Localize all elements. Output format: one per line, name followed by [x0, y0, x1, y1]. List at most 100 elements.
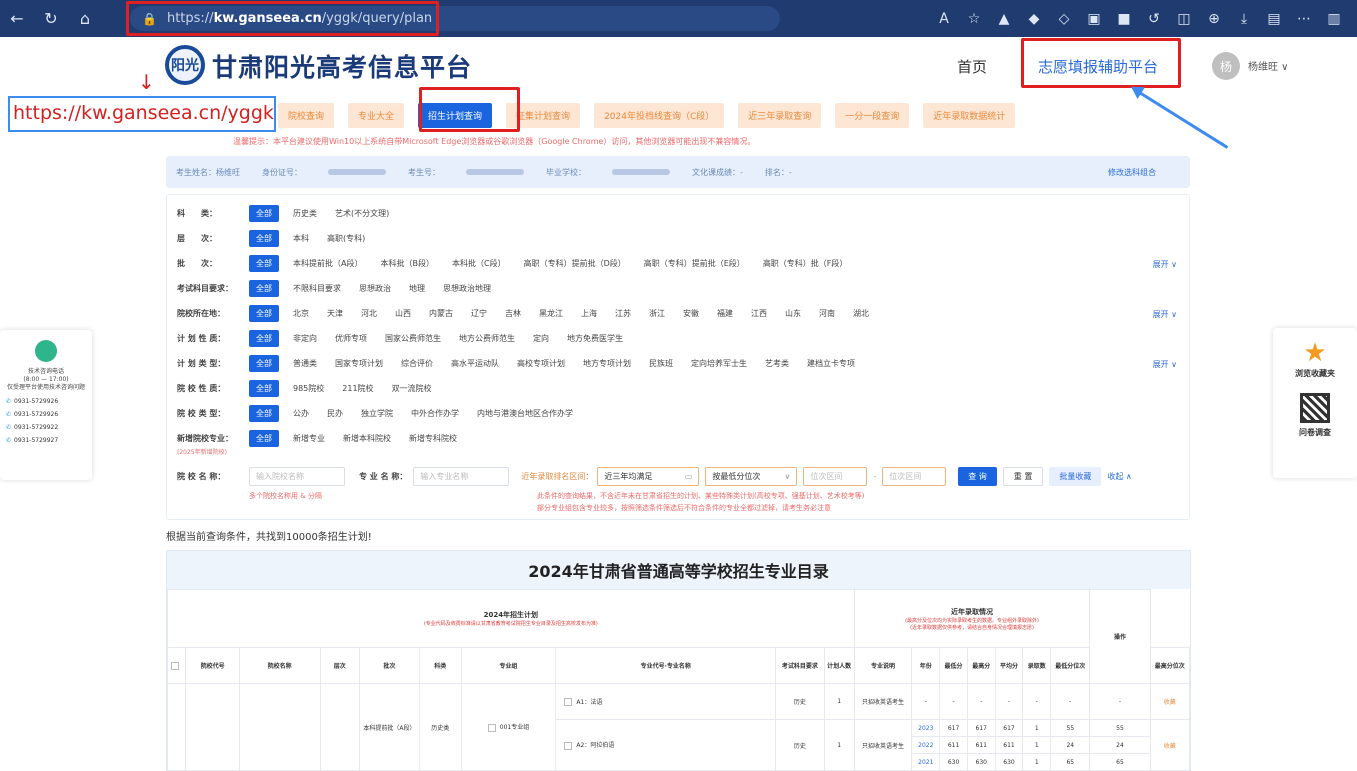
more-icon[interactable]: ⋯ [1289, 11, 1319, 27]
browser-icons: A ☆ ▲ ◆ ◇ ▣ ■ ↺ ◫ ⊕ ⤓ ▤ ⋯ ▥ [929, 0, 1349, 37]
extension-icon[interactable]: ▲ [989, 11, 1019, 27]
count-cell: 1 [823, 683, 855, 720]
filter-row-school-nature: 院 校 性 质： 全部 985院校 211院校 双一流院校 [177, 378, 450, 398]
filter-row-location: 院校所在地： 全部 北京 天津 河北 山西 内蒙古 辽宁 吉林 黑龙江 上海 江… [177, 303, 887, 323]
major-name-input[interactable]: 输入专业名称 [413, 466, 510, 486]
avatar[interactable]: 杨 [1212, 52, 1240, 80]
year-cell: - [911, 683, 941, 720]
nav-highlight-box [1021, 38, 1181, 88]
plan-group-header: 2024年招生计划 (专业代码及收费标准请以甘肃省教育考试院招生专业目录及招生高… [167, 589, 855, 648]
col-header: 院校名称 [238, 647, 321, 684]
rank: 排名：- [764, 167, 792, 177]
site-logo: 阳光 [165, 45, 205, 85]
student-name: 考生姓名：杨维旺 [176, 167, 240, 177]
user-menu[interactable]: 杨维旺 ∨ [1248, 58, 1289, 73]
filter-row-plan-nature: 计 划 性 质： 全部 非定向 优师专项 国家公费师范生 地方公费师范生 定向 … [177, 328, 641, 348]
phone-icon: ✆ [6, 398, 12, 405]
back-icon[interactable]: ← [0, 0, 34, 37]
customer-service-icon [35, 340, 57, 362]
read-aloud-icon[interactable]: A [929, 11, 959, 27]
reset-button[interactable]: 重 置 [1002, 466, 1044, 486]
expand-batch-link[interactable]: 展开 ∨ [1153, 259, 1177, 270]
extension-icon[interactable]: ▣ [1079, 11, 1109, 27]
tab-score-segment[interactable]: 一分一段查询 [835, 103, 910, 128]
filter-row-batch: 批 次： 全部 本科提前批（A段） 本科批（B段） 本科批（C段） 高职（专科）… [177, 253, 865, 273]
tab-major-list[interactable]: 专业大全 [348, 103, 405, 128]
phone-icon: ✆ [6, 437, 12, 444]
download-icon[interactable]: ⤓ [1229, 11, 1259, 27]
url-callout: https://kw.ganseea.cn/yggk [8, 96, 276, 132]
star-icon[interactable]: ☆ [959, 11, 989, 27]
favorites-icon[interactable]: ⊕ [1199, 11, 1229, 27]
sidebar-icon[interactable]: ▥ [1319, 11, 1349, 27]
home-icon[interactable]: ⌂ [68, 0, 102, 37]
search-row: 院 校 名 称： 输入院校名称 专 业 名 称： 输入专业名称 近年录取排名区间… [177, 465, 1132, 487]
collections-icon[interactable]: ▤ [1259, 11, 1289, 27]
collapse-link[interactable]: 收起 ∧ [1107, 471, 1131, 482]
survey-label[interactable]: 问卷调查 [1273, 427, 1357, 438]
filter-row-plan-type: 计 划 类 型： 全部 普通类 国家专项计划 综合评价 高水平运动队 高校专项计… [177, 353, 873, 373]
refresh-icon[interactable]: ↻ [34, 0, 68, 37]
col-header: 专业代号·专业名称 [555, 647, 777, 684]
filter-row-category: 科 类： 全部 历史类 艺术(不分文理) [177, 203, 407, 223]
major-cell[interactable]: A2：阿拉伯语 [555, 719, 777, 771]
major-cell[interactable]: A1：法语 [555, 683, 777, 720]
col-header: 计划人数 [823, 647, 855, 684]
favorite-link[interactable]: 收藏 [1149, 719, 1191, 771]
tab-three-year-admission[interactable]: 近三年录取查询 [738, 103, 822, 128]
url-highlight-box [126, 1, 439, 36]
school-name-input[interactable]: 输入院校名称 [249, 466, 345, 486]
new-school-note: (2025年新增院校) [177, 449, 227, 456]
tech-support-panel: 技术咨询电话 (8:00 — 17:00) 仅受理平台使用技术咨询问题 ✆ 093… [0, 330, 92, 480]
plan-table-grid: 2024年招生计划 (专业代码及收费标准请以甘肃省教育考试院招生专业目录及招生高… [166, 589, 1191, 771]
tab-cutoff-query[interactable]: 2024年投档线查询（C段） [594, 103, 725, 128]
col-header: 最高分位次 [1149, 647, 1191, 684]
history-group-header: 近年录取情况 (最高分及位次均为实际录取考生的数据。专业组外录取除外) (近年录… [853, 589, 1091, 648]
col-header: 层次 [319, 647, 360, 684]
extension-icon[interactable]: ◆ [1019, 11, 1049, 27]
extension-icon[interactable]: ◇ [1049, 11, 1079, 27]
refresh-ext-icon[interactable]: ↺ [1139, 11, 1169, 27]
select-all-checkbox[interactable] [166, 647, 187, 684]
col-header: 专业组 [460, 647, 557, 684]
col-header: 考试科目要求 [775, 647, 825, 684]
favorites-label[interactable]: 浏览收藏夹 [1273, 368, 1357, 379]
range-year-select[interactable]: 近三年均满足 ▭ [597, 466, 700, 486]
expand-location-link[interactable]: 展开 ∨ [1153, 309, 1177, 320]
expand-plan-type-link[interactable]: 展开 ∨ [1153, 359, 1177, 370]
phone-number[interactable]: ✆ 0931-5729922 [6, 424, 86, 431]
rank-mode-select[interactable]: 按最低分位次 ∨ [705, 466, 798, 486]
op-header: 操作 [1089, 589, 1151, 684]
search-button[interactable]: 查 询 [958, 466, 997, 486]
col-header: 专业说明 [853, 647, 913, 684]
rank-from-input[interactable]: 位次区间 [803, 466, 868, 486]
major-name-label: 专 业 名 称： [359, 471, 408, 481]
student-info-bar: 考生姓名：杨维旺 身份证号： 考生号： 毕业学校： 文化课成绩：- 排名：- 修… [166, 156, 1190, 188]
col-header: 平均分 [994, 647, 1024, 684]
phone-number[interactable]: ✆ 0931-5729926 [6, 411, 86, 418]
qr-code-icon[interactable] [1300, 393, 1330, 423]
col-header: 最低分位次 [1050, 647, 1091, 684]
tab-admission-stats[interactable]: 近年录取数据统计 [923, 103, 1016, 128]
phone-number[interactable]: ✆ 0931-5729926 [6, 398, 86, 405]
filter-panel: 科 类： 全部 历史类 艺术(不分文理) 层 次： 全部 本科 高职(专科) 批… [166, 194, 1190, 520]
favorite-link[interactable]: 收藏 [1149, 683, 1191, 720]
culture-score: 文化课成绩：- [692, 167, 743, 177]
phone-number[interactable]: ✆ 0931-5729927 [6, 437, 86, 444]
nav-home[interactable]: 首页 [957, 56, 987, 77]
table-row: 本科提前批（A段） 历史类 001专业组 A1：法语 历史 1 只招收英语考生 … [166, 683, 1191, 771]
extension-icon[interactable]: ■ [1109, 11, 1139, 27]
exam-number: 考生号： [408, 167, 524, 178]
batch-favorite-button[interactable]: 批量收藏 [1049, 466, 1102, 486]
col-header: 年份 [911, 647, 941, 684]
modify-subjects-link[interactable]: 修改选科组合 [1108, 167, 1156, 178]
rank-to-input[interactable]: 位次区间 [882, 466, 947, 486]
plan-table: 2024年甘肃省普通高等学校招生专业目录 2024年招生计划 (专业代码及收费标… [166, 550, 1191, 771]
col-header: 最高分 [966, 647, 996, 684]
group-cell[interactable]: 001专业组 [460, 683, 557, 771]
filter-row-school-type: 院 校 类 型： 全部 公办 民办 独立学院 中外合作办学 内地与港澳台地区合作… [177, 403, 591, 423]
range-note-2: 部分专业组包含专业较多，按照筛选条件筛选后不符合条件的专业全都过滤掉，请考生务必… [537, 504, 831, 512]
tab-school-query[interactable]: 院校查询 [278, 103, 335, 128]
favorites-star-icon[interactable]: ★ [1273, 338, 1357, 368]
split-screen-icon[interactable]: ◫ [1169, 11, 1199, 27]
